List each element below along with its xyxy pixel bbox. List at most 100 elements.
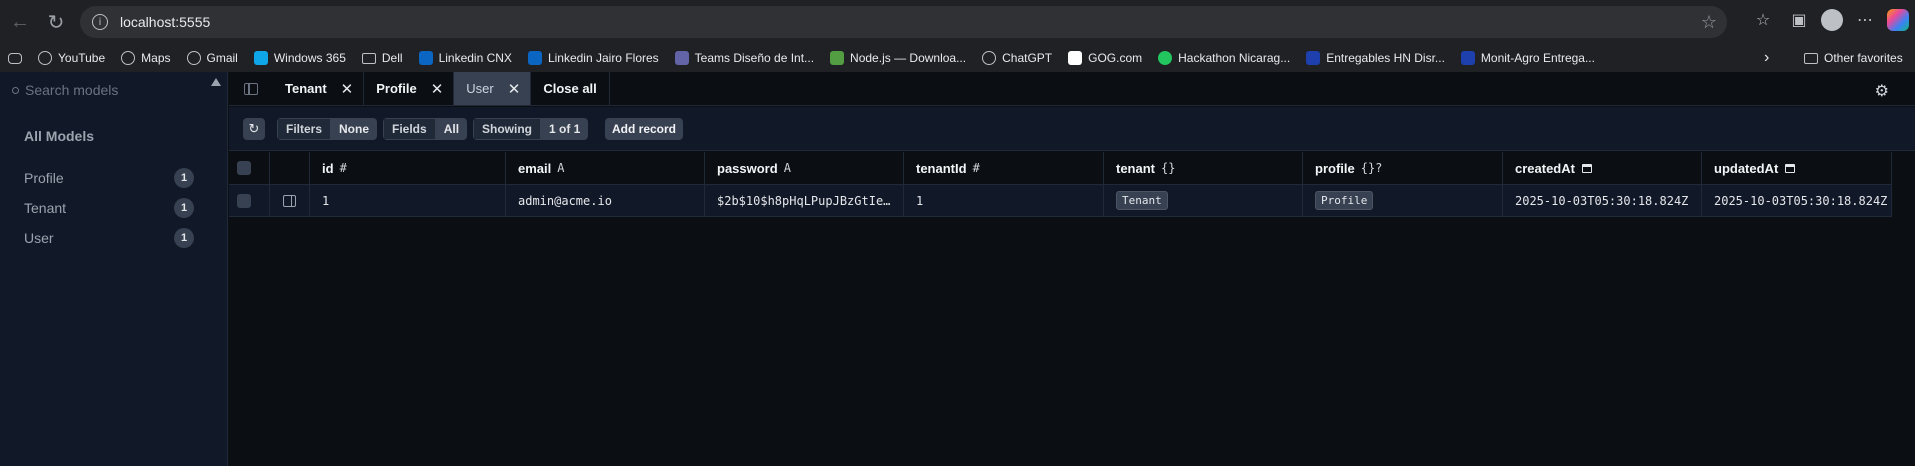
toggle-sidebar-button[interactable] — [229, 72, 273, 105]
main-panel: Tenant ✕ Profile ✕ User ✕ Close all ⚙ ↻ … — [229, 72, 1915, 466]
calendar-icon — [1581, 163, 1592, 173]
bookmark-label: Linkedin Jairo Flores — [547, 51, 659, 65]
column-name: updatedAt — [1714, 160, 1779, 176]
checkbox[interactable] — [237, 193, 251, 208]
back-button[interactable]: ← — [2, 4, 38, 40]
column-header-id[interactable]: id # — [310, 152, 506, 184]
fields-value: All — [435, 118, 468, 140]
extensions-icon[interactable]: ▣ — [1785, 6, 1813, 34]
bookmark-label: Monit-Agro Entrega... — [1480, 51, 1595, 65]
bookmark-gog[interactable]: GOG.com — [1060, 47, 1150, 69]
bookmark-linkedin-jairo[interactable]: Linkedin Jairo Flores — [520, 47, 667, 69]
nodejs-icon — [830, 51, 845, 65]
bookmark-label: Maps — [141, 51, 171, 65]
bookmarks-menu-icon[interactable] — [0, 47, 30, 69]
column-header-createdat[interactable]: createdAt — [1503, 152, 1702, 184]
profile-avatar[interactable] — [1821, 9, 1843, 31]
row-select[interactable] — [229, 185, 270, 216]
close-icon[interactable]: ✕ — [508, 80, 521, 98]
tab-label: Tenant — [285, 81, 327, 96]
bookmark-teams[interactable]: Teams Diseño de Int... — [667, 47, 822, 69]
relation-badge[interactable]: Profile — [1315, 191, 1374, 210]
copilot-icon[interactable] — [1887, 9, 1909, 31]
tab-user[interactable]: User ✕ — [454, 72, 532, 105]
cell-tenant[interactable]: Tenant — [1104, 185, 1303, 216]
bookmarks-bar: YouTube Maps Gmail Windows 365 Dell Link… — [0, 44, 1915, 72]
bookmark-label: ChatGPT — [1002, 51, 1053, 65]
close-icon[interactable]: ✕ — [341, 80, 354, 98]
bookmark-entregables[interactable]: Entregables HN Disr... — [1298, 47, 1453, 69]
more-menu-icon[interactable]: ⋯ — [1851, 6, 1879, 34]
bookmark-hackathon[interactable]: Hackathon Nicarag... — [1150, 47, 1298, 69]
bookmark-linkedin-cnx[interactable]: Linkedin CNX — [411, 47, 520, 69]
linkedin-icon — [527, 51, 542, 65]
column-header-email[interactable]: email A — [506, 152, 705, 184]
bookmark-monit-agro[interactable]: Monit-Agro Entrega... — [1453, 47, 1603, 69]
column-name: tenantId — [916, 160, 967, 176]
bookmark-maps[interactable]: Maps — [113, 47, 178, 69]
type-icon: A — [557, 161, 565, 175]
cell-tenantid[interactable]: 1 — [904, 185, 1104, 216]
cell-password[interactable]: $2b$10$h8pHqLPupJBzGtIe… — [705, 185, 904, 216]
column-header-password[interactable]: password A — [705, 152, 904, 184]
linkedin-video-icon — [418, 51, 433, 65]
bookmark-chatgpt[interactable]: ChatGPT — [974, 47, 1060, 69]
sidebar-item-profile[interactable]: Profile 1 — [24, 168, 194, 188]
cell-profile[interactable]: Profile — [1303, 185, 1503, 216]
type-icon: {}? — [1360, 161, 1383, 175]
showing-value: 1 of 1 — [541, 118, 589, 140]
folder-icon — [1804, 52, 1818, 64]
column-header-tenant[interactable]: tenant {} — [1104, 152, 1303, 184]
other-favorites[interactable]: Other favorites — [1796, 47, 1911, 69]
cell-id[interactable]: 1 — [310, 185, 506, 216]
sidebar-item-label: Tenant — [24, 200, 67, 216]
gear-icon[interactable]: ⚙ — [1875, 81, 1889, 100]
table-row[interactable]: 1 admin@acme.io $2b$10$h8pHqLPupJBzGtIe…… — [229, 185, 1892, 217]
select-all-checkbox[interactable] — [229, 152, 270, 184]
bookmark-label: Gmail — [206, 51, 238, 65]
collapse-up-icon[interactable] — [211, 78, 221, 86]
all-models-heading[interactable]: All Models — [24, 128, 94, 144]
fields-label: Fields — [383, 118, 436, 140]
cell-createdat[interactable]: 2025-10-03T05:30:18.824Z — [1503, 185, 1702, 216]
bookmark-gmail[interactable]: Gmail — [179, 47, 246, 69]
checkbox[interactable] — [237, 161, 251, 175]
filters-button[interactable]: Filters None — [277, 118, 378, 140]
close-all-button[interactable]: Close all — [531, 72, 610, 105]
open-record-button[interactable] — [270, 185, 310, 216]
fields-button[interactable]: Fields All — [383, 118, 468, 140]
close-icon[interactable]: ✕ — [431, 80, 444, 98]
address-text[interactable]: localhost:5555 — [120, 14, 210, 30]
favorite-star-icon[interactable]: ☆ — [1701, 12, 1717, 33]
sidebar-item-tenant[interactable]: Tenant 1 — [24, 198, 194, 218]
bookmarks-overflow-chevron-icon[interactable]: › — [1756, 47, 1777, 69]
refresh-button[interactable]: ↻ — [243, 118, 265, 140]
column-header-tenantid[interactable]: tenantId # — [904, 152, 1104, 184]
sidebar-item-user[interactable]: User 1 — [24, 228, 194, 248]
address-bar[interactable]: i localhost:5555 ☆ — [80, 6, 1727, 38]
search-models-input[interactable]: Search models — [12, 78, 222, 102]
column-header-profile[interactable]: profile {}? — [1303, 152, 1503, 184]
bookmark-dell[interactable]: Dell — [354, 47, 411, 69]
cell-email[interactable]: admin@acme.io — [506, 185, 705, 216]
reload-button[interactable]: ↻ — [38, 4, 74, 40]
bookmark-label: Windows 365 — [273, 51, 346, 65]
add-record-button[interactable]: Add record — [605, 118, 684, 140]
bookmark-nodejs[interactable]: Node.js — Downloa... — [822, 47, 974, 69]
bookmark-youtube[interactable]: YouTube — [30, 47, 113, 69]
relation-badge[interactable]: Tenant — [1116, 191, 1168, 210]
monit-icon — [1460, 51, 1475, 65]
table-toolbar: ↻ Filters None Fields All Showing 1 of 1… — [229, 107, 1915, 151]
chatgpt-icon — [982, 51, 997, 65]
calendar-icon — [1785, 163, 1796, 173]
cell-updatedat[interactable]: 2025-10-03T05:30:18.824Z — [1702, 185, 1892, 216]
folder-icon — [361, 52, 376, 64]
favorites-icon[interactable]: ☆ — [1749, 6, 1777, 34]
bookmark-windows365[interactable]: Windows 365 — [246, 47, 354, 69]
column-header-updatedat[interactable]: updatedAt — [1702, 152, 1892, 184]
tab-tenant[interactable]: Tenant ✕ — [273, 72, 365, 105]
site-info-icon[interactable]: i — [92, 14, 108, 30]
tab-profile[interactable]: Profile ✕ — [364, 72, 455, 105]
sidebar-toggle-icon — [244, 82, 258, 95]
showing-indicator[interactable]: Showing 1 of 1 — [473, 118, 589, 140]
